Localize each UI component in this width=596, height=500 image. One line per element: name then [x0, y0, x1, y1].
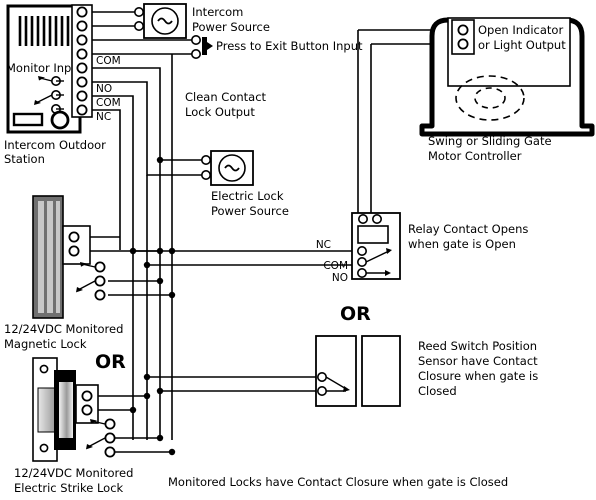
relay-label-no: NO	[332, 272, 348, 284]
monitor-terminal	[104, 418, 116, 430]
faceplate-screw-icon	[39, 364, 49, 374]
button-input-icon[interactable]	[202, 37, 207, 55]
junction-dot	[156, 156, 164, 164]
monitor-terminal	[104, 446, 116, 458]
strike-terminal[interactable]	[81, 404, 93, 416]
nameplate-icon	[12, 112, 44, 127]
relay-label-nc: NC	[316, 239, 331, 251]
relay-note-line2: when gate is Open	[408, 237, 516, 251]
relay-note-line1: Relay Contact Opens	[408, 222, 528, 236]
relay-terminal-no[interactable]	[356, 267, 367, 278]
strike-inner	[59, 382, 73, 438]
junction-dot	[156, 247, 164, 255]
clean-contact-line2: Lock Output	[185, 105, 255, 119]
junction-dot	[156, 387, 164, 395]
strike-caption-1: 12/24VDC Monitored	[14, 466, 133, 480]
monitor-terminal	[94, 289, 106, 301]
relay-coil-icon	[357, 225, 389, 244]
intercom-power-label-2: Power Source	[192, 20, 270, 34]
bottom-note: Monitored Locks have Contact Closure whe…	[168, 475, 508, 489]
press-to-exit-label: Press to Exit Button Input	[216, 39, 363, 53]
reed-terminal[interactable]	[316, 385, 327, 396]
relay-coil-terminal[interactable]	[357, 214, 368, 225]
junction-dot	[168, 291, 176, 299]
exit-terminal	[191, 34, 202, 45]
relay-terminal-nc[interactable]	[356, 246, 367, 257]
maglock-stripe	[38, 201, 44, 313]
reed-note-line1: Reed Switch Position	[418, 339, 537, 353]
gate-controller-caption-1: Swing or Sliding Gate	[428, 134, 552, 148]
power-terminal	[134, 20, 145, 31]
faceplate-screw-icon	[39, 443, 49, 453]
maglock-caption-1: 12/24VDC Monitored	[4, 322, 123, 336]
monitor-terminal	[104, 432, 116, 444]
terminal-label-com-bottom: COM	[96, 97, 121, 109]
terminal	[76, 90, 88, 102]
power-terminal	[201, 170, 212, 181]
power-terminal	[201, 155, 212, 166]
or-label-right: OR	[340, 303, 371, 325]
call-button-icon[interactable]	[50, 110, 70, 130]
maglock-caption-2: Magnetic Lock	[4, 337, 87, 351]
monitor-terminal	[94, 261, 106, 273]
terminal	[76, 62, 88, 74]
terminal-label-nc: NC	[96, 111, 111, 123]
reed-note-line2: Sensor have Contact	[418, 354, 538, 368]
terminal-label-com-top: COM	[96, 55, 121, 67]
terminal	[76, 34, 88, 46]
open-indicator-label-1: Open Indicator	[478, 23, 563, 37]
reed-note-line3: Closure when gate is	[418, 369, 538, 383]
controller-terminal[interactable]	[457, 24, 469, 36]
wiring-diagram-canvas: Monitor Input COM NO COM NC Intercom Out…	[0, 0, 596, 500]
relay-coil-terminal[interactable]	[371, 214, 382, 225]
terminal-label-no: NO	[96, 83, 112, 95]
or-label-left: OR	[95, 351, 126, 373]
electric-lock-power-line2: Power Source	[211, 204, 289, 218]
diagram-svg: Monitor Input COM NO COM NC Intercom Out…	[0, 0, 596, 500]
reed-note-line4: Closed	[418, 384, 457, 398]
controller-terminal[interactable]	[457, 38, 469, 50]
intercom-caption-line2: Station	[4, 152, 45, 166]
relay-terminal-com[interactable]	[356, 256, 367, 267]
junction-dot	[156, 277, 164, 285]
exit-terminal	[191, 48, 202, 59]
intercom-power-label-1: Intercom	[192, 5, 243, 19]
intercom-caption-line1: Intercom Outdoor	[4, 138, 106, 152]
junction-dot	[143, 392, 151, 400]
electric-lock-power-line1: Electric Lock	[211, 189, 284, 203]
reed-terminal[interactable]	[316, 371, 327, 382]
terminal	[76, 6, 88, 18]
junction-dot	[129, 406, 137, 414]
monitor-terminal	[94, 275, 106, 287]
open-indicator-label-2: or Light Output	[478, 38, 566, 52]
maglock-terminal-block	[62, 225, 91, 265]
maglock-stripe	[47, 201, 53, 313]
terminal	[76, 76, 88, 88]
terminal	[76, 48, 88, 60]
junction-dot	[156, 434, 164, 442]
junction-dot	[168, 448, 176, 456]
clean-contact-note: Clean Contact Lock Output	[185, 90, 267, 119]
junction-dot	[143, 261, 151, 269]
strike-caption-2: Electric Strike Lock	[14, 481, 124, 495]
speaker-grille-icon	[18, 16, 70, 46]
reed-magnet-body	[361, 335, 401, 407]
terminal	[76, 20, 88, 32]
strike-terminal[interactable]	[81, 390, 93, 402]
maglock-terminal[interactable]	[68, 245, 80, 257]
terminal	[76, 104, 88, 116]
junction-dot	[129, 247, 137, 255]
maglock-terminal[interactable]	[68, 231, 80, 243]
power-terminal	[134, 7, 145, 17]
gate-controller-caption-2: Motor Controller	[428, 149, 522, 163]
relay-label-com: COM	[323, 260, 348, 272]
junction-dot	[168, 247, 176, 255]
junction-dot	[143, 373, 151, 381]
clean-contact-line1: Clean Contact	[185, 90, 267, 104]
maglock-stripe	[56, 201, 60, 313]
